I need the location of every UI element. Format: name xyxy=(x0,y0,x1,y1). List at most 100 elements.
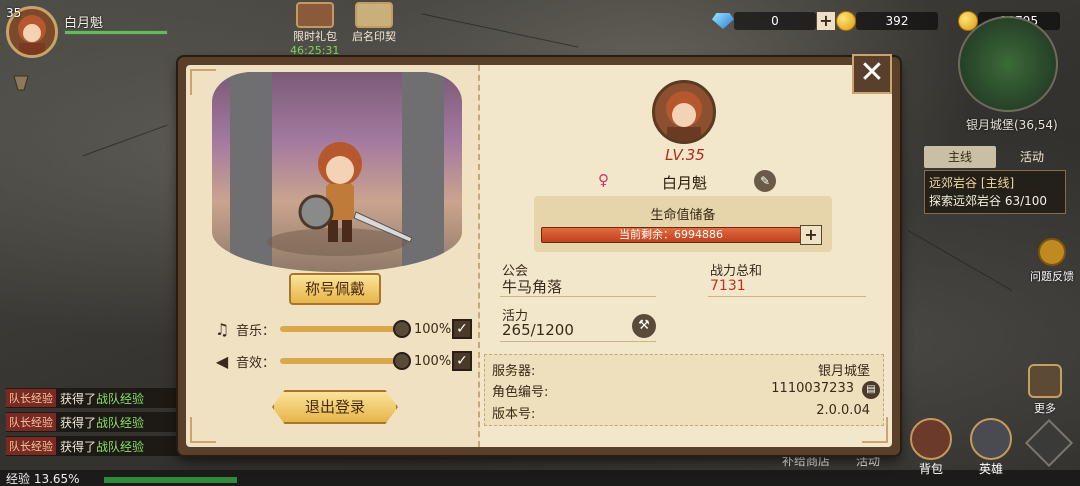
scroll-icon xyxy=(355,2,393,28)
hp-reserve-bar: 当前剩余：6994886 xyxy=(541,227,801,243)
profile-level: LV.35 xyxy=(665,146,705,164)
pack-timer: 46:25:31 xyxy=(290,44,340,57)
profile-avatar[interactable] xyxy=(652,80,716,144)
logout-button[interactable]: 退出登录 xyxy=(272,390,398,424)
player-name: 白月魁 xyxy=(64,16,104,31)
limited-pack-label: 限时礼包 xyxy=(293,30,337,43)
chat-line[interactable]: 队长经验 获得了战队经验 xyxy=(6,412,182,432)
chat-tag: 队长经验 xyxy=(6,437,56,455)
profile-portrait-icon xyxy=(666,91,702,141)
divider xyxy=(708,296,866,297)
feedback-label: 问题反馈 xyxy=(1030,270,1074,283)
chat-tag: 队长经验 xyxy=(6,413,56,431)
map-pin-icon[interactable] xyxy=(10,72,32,94)
music-checkbox[interactable]: ✓ xyxy=(452,319,472,339)
hammer-icon[interactable]: ⚒ xyxy=(632,314,656,338)
server-row: 服务器: 银月城堡 xyxy=(490,360,874,380)
female-icon: ♀ xyxy=(598,171,609,189)
copy-icon[interactable]: ▤ xyxy=(862,381,880,399)
chat-message: 获得了战队经验 xyxy=(60,438,144,455)
backpack-icon xyxy=(910,418,952,460)
role-id-value: 1110037233 xyxy=(771,381,854,396)
quest-tracker[interactable]: 远郊岩谷 [主线] 探索远郊岩谷 63/100 xyxy=(924,170,1066,214)
quest-progress: 探索远郊岩谷 63/100 xyxy=(929,194,1048,208)
version-row: 版本号: 2.0.0.04 xyxy=(490,403,874,423)
chat-line[interactable]: 队长经验 获得了战队经验 xyxy=(6,388,182,408)
power-label: 战力总和 xyxy=(710,264,763,279)
chat-line[interactable]: 队长经验 获得了战队经验 xyxy=(6,436,182,456)
helmet-icon xyxy=(970,418,1012,460)
speaker-icon: ◀ xyxy=(215,351,229,371)
guild-value: 牛马角落 xyxy=(502,278,563,296)
map-location: 银月城堡(36,54) xyxy=(966,118,1058,132)
minimap[interactable] xyxy=(958,16,1058,112)
chat-message: 获得了战队经验 xyxy=(60,390,144,407)
sfx-setting: ◀ 音效： 100% ✓ xyxy=(212,350,472,372)
gold-value: 392 xyxy=(856,12,938,30)
hp-reserve-title: 生命值储备 xyxy=(650,208,716,223)
gift-box-icon xyxy=(296,2,334,28)
chat-message-prefix: 获得了 xyxy=(60,391,97,406)
power-value: 7131 xyxy=(710,278,746,294)
music-slider[interactable] xyxy=(280,320,411,338)
tab-main-quest[interactable]: 主线 xyxy=(924,146,996,168)
sfx-slider-knob[interactable] xyxy=(393,352,411,370)
profile-name: 白月魁 xyxy=(662,174,708,192)
chat-item: 战队经验 xyxy=(96,415,145,430)
corner-ornament xyxy=(190,417,216,443)
chat-message-prefix: 获得了 xyxy=(60,415,97,430)
hero-button[interactable]: 英雄 xyxy=(970,418,1012,477)
cube-icon xyxy=(1028,364,1062,398)
backpack-button[interactable]: 背包 xyxy=(910,418,952,477)
gold-counter: 392 xyxy=(836,10,938,32)
gem-add-button[interactable]: + xyxy=(816,11,836,31)
gem-counter: 0 + xyxy=(712,10,836,32)
feedback-button[interactable]: 问题反馈 xyxy=(1030,238,1074,284)
hero-label: 英雄 xyxy=(978,462,1003,476)
title-equip-button[interactable]: 称号佩戴 xyxy=(289,273,381,305)
player-level: 35 xyxy=(6,6,22,20)
divider xyxy=(500,341,656,342)
chat-tag: 队长经验 xyxy=(6,389,56,407)
oath-label: 启名印契 xyxy=(352,30,396,43)
backpack-label: 背包 xyxy=(918,462,943,476)
role-id-label: 角色编号: xyxy=(492,385,549,400)
chat-message: 获得了战队经验 xyxy=(60,414,144,431)
music-setting: ♫ 音乐： 100% ✓ xyxy=(212,318,472,340)
chat-message-prefix: 获得了 xyxy=(60,439,97,454)
role-id-row: 角色编号: 1110037233 xyxy=(490,381,874,401)
more-label: 更多 xyxy=(1034,402,1056,415)
player-hp-bar xyxy=(64,30,168,35)
server-value: 银月城堡 xyxy=(817,364,870,379)
version-label: 版本号: xyxy=(492,407,536,422)
chat-item: 战队经验 xyxy=(96,439,145,454)
gold-coin-icon xyxy=(836,11,856,31)
quest-title: 远郊岩谷 [主线] xyxy=(929,176,1015,190)
music-note-icon: ♫ xyxy=(214,319,230,339)
music-slider-knob[interactable] xyxy=(393,320,411,338)
gem-value: 0 xyxy=(734,12,816,30)
more-button[interactable]: 更多 xyxy=(1028,364,1062,416)
hp-add-button[interactable]: + xyxy=(800,225,822,245)
version-value: 2.0.0.04 xyxy=(816,403,870,418)
tab-activity-quest[interactable]: 活动 xyxy=(996,146,1068,168)
sfx-checkbox[interactable]: ✓ xyxy=(452,351,472,371)
exp-label: 经验 13.65% xyxy=(6,472,80,486)
oath-button[interactable]: 启名印契 xyxy=(346,0,402,43)
close-button[interactable]: ✕ xyxy=(852,54,892,94)
gem-icon xyxy=(712,13,734,29)
character-portrait xyxy=(212,72,462,272)
quest-tabs: 主线 活动 xyxy=(924,146,1068,168)
exp-bar-fill xyxy=(104,477,237,483)
stamina-value: 265/1200 xyxy=(502,321,574,339)
rename-quill-icon[interactable]: ✎ xyxy=(754,170,776,192)
music-label: 音乐： xyxy=(236,323,276,339)
limited-pack-button[interactable]: 限时礼包 xyxy=(287,0,343,43)
divider xyxy=(500,296,656,297)
player-hp-fill xyxy=(65,31,167,34)
server-label: 服务器: xyxy=(492,364,536,379)
sfx-label: 音效： xyxy=(236,355,276,371)
hero-figure-icon xyxy=(267,142,413,256)
sfx-slider[interactable] xyxy=(280,352,411,370)
music-percent: 100% xyxy=(414,321,452,337)
